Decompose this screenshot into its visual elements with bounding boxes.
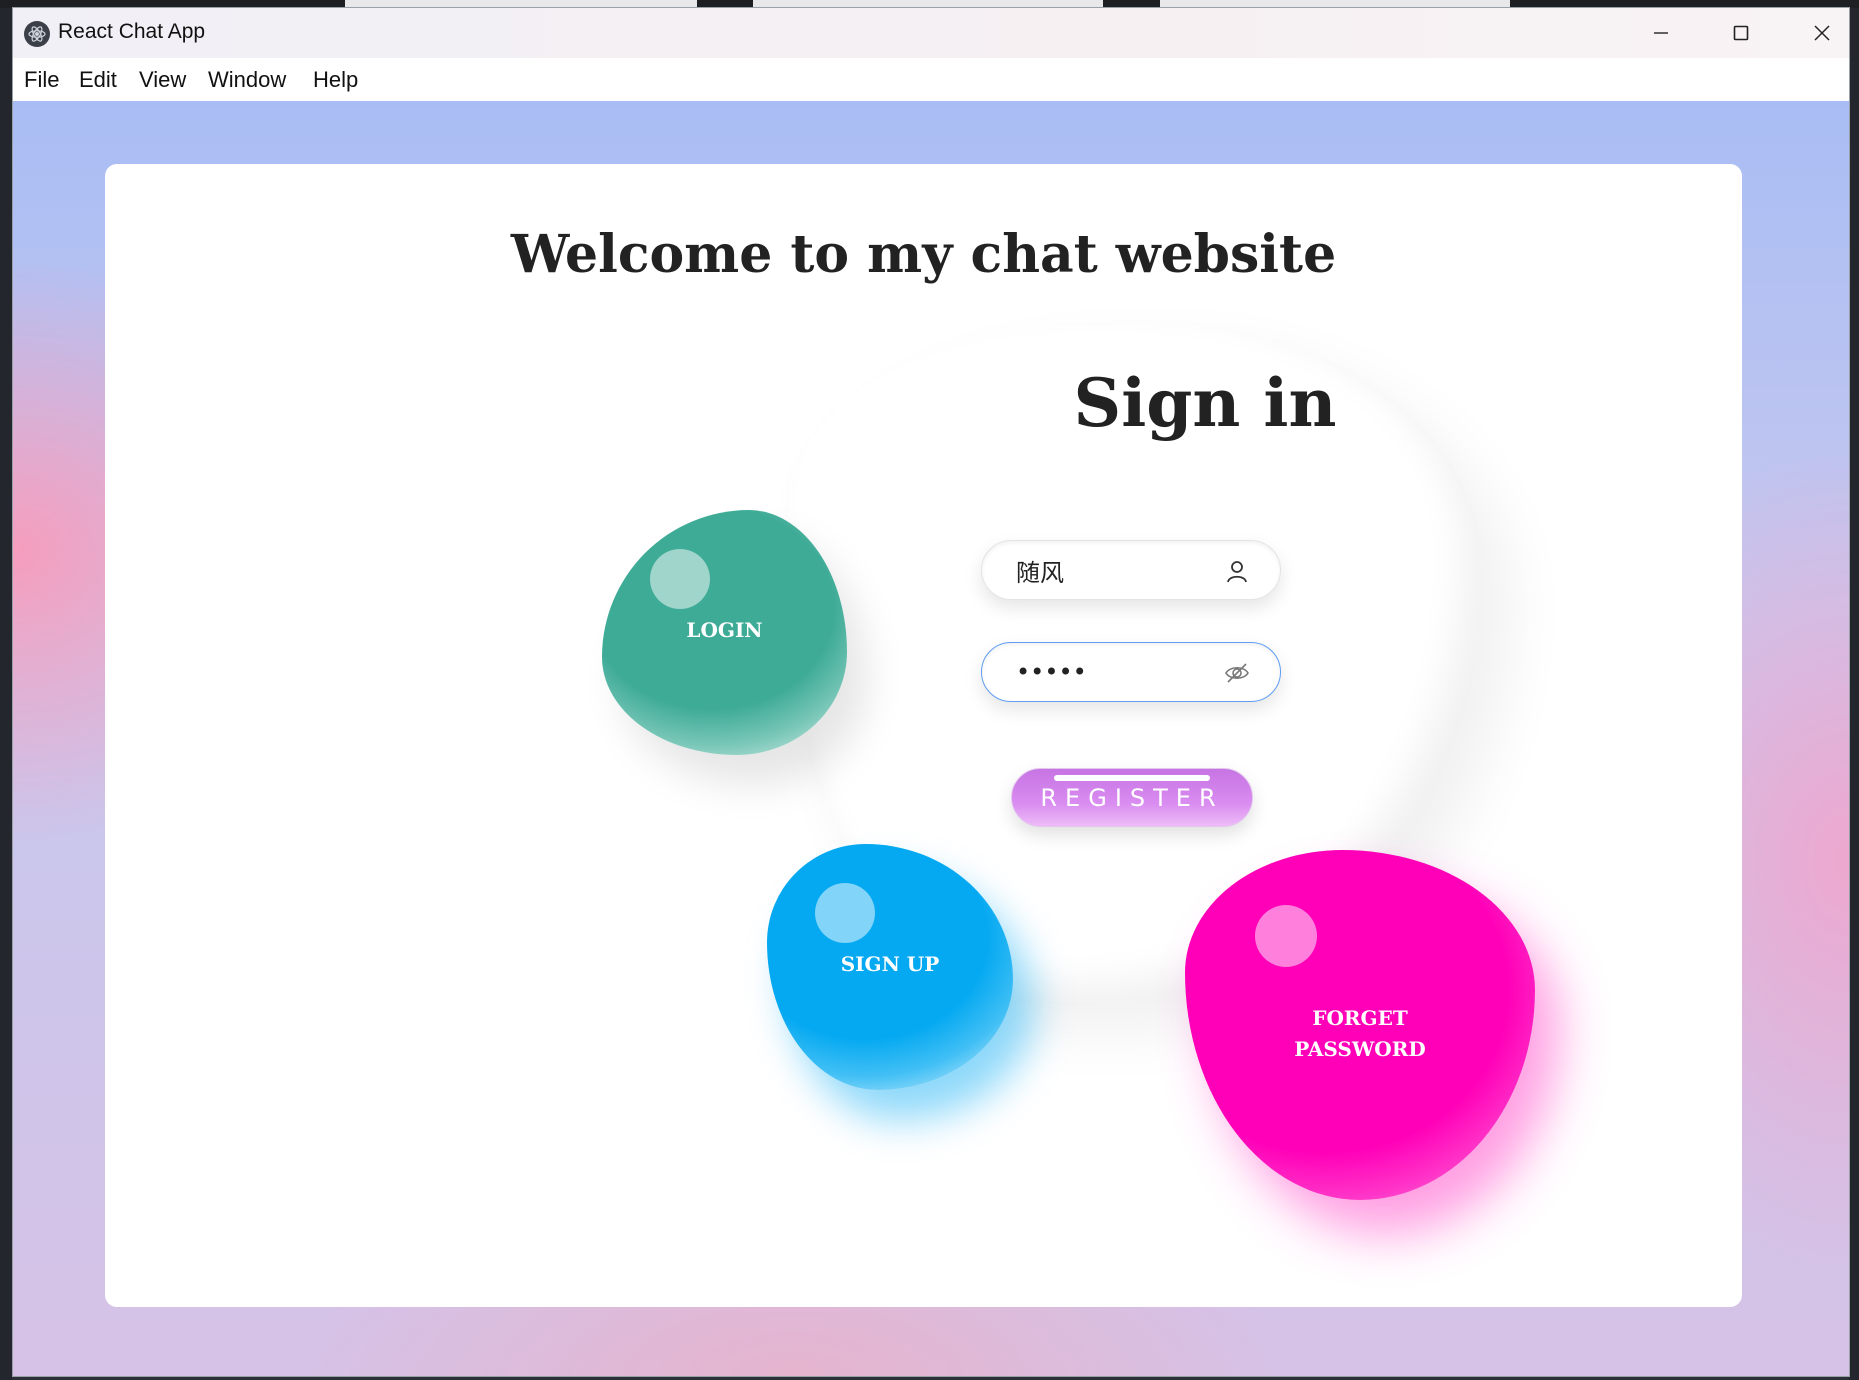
- app-window: React Chat App File Edit View Window Hel…: [12, 7, 1850, 1377]
- login-bubble-button[interactable]: LOGIN: [602, 510, 847, 755]
- forget-label-line2: PASSWORD: [1294, 1037, 1426, 1061]
- signup-label: SIGN UP: [840, 952, 940, 976]
- menu-file[interactable]: File: [24, 67, 59, 93]
- bubble-highlight: [650, 549, 710, 609]
- register-label: REGISTER: [1040, 783, 1224, 812]
- form-title: Sign in: [1073, 364, 1337, 442]
- minimize-icon: [1654, 32, 1668, 34]
- forget-password-bubble-button[interactable]: FORGET PASSWORD: [1185, 850, 1535, 1200]
- menu-edit[interactable]: Edit: [79, 67, 117, 93]
- title-bar[interactable]: React Chat App: [13, 8, 1849, 58]
- page-background: Welcome to my chat website Sign in 随风 RE…: [13, 101, 1849, 1376]
- close-button[interactable]: [1782, 8, 1849, 58]
- app-logo-icon: [24, 21, 50, 47]
- menu-window[interactable]: Window: [208, 67, 286, 93]
- eye-off-icon[interactable]: [1224, 660, 1250, 686]
- menu-bar: File Edit View Window Help: [13, 58, 1849, 101]
- menu-view[interactable]: View: [139, 67, 186, 93]
- register-button[interactable]: REGISTER: [1011, 768, 1253, 827]
- bubble-highlight: [815, 883, 875, 943]
- maximize-icon: [1733, 25, 1749, 41]
- page-heading: Welcome to my chat website: [510, 224, 1337, 285]
- username-field[interactable]: [981, 540, 1281, 600]
- login-label: LOGIN: [686, 618, 763, 642]
- forget-label-line1: FORGET: [1312, 1006, 1408, 1030]
- bubble-highlight: [1255, 905, 1317, 967]
- menu-help[interactable]: Help: [313, 67, 358, 93]
- desktop-edge-left: [0, 8, 12, 1380]
- desktop-edge-right: [1849, 8, 1859, 1380]
- password-field[interactable]: [981, 642, 1281, 702]
- register-shine: [1054, 775, 1210, 781]
- password-input[interactable]: [1014, 654, 1218, 690]
- minimize-button[interactable]: [1621, 8, 1701, 58]
- maximize-button[interactable]: [1701, 8, 1781, 58]
- login-card: Welcome to my chat website Sign in 随风 RE…: [105, 164, 1742, 1307]
- close-icon: [1814, 25, 1830, 41]
- username-input[interactable]: [1014, 552, 1218, 588]
- user-icon: [1227, 561, 1247, 583]
- window-title: React Chat App: [58, 20, 206, 43]
